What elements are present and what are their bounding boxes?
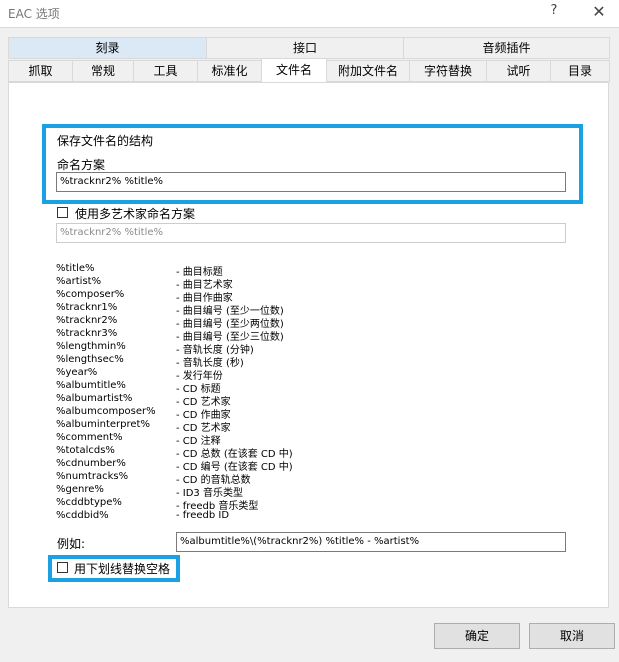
variable-name: %composer% xyxy=(56,289,125,300)
variable-name: %albumcomposer% xyxy=(56,406,156,417)
multi-artist-checkbox[interactable] xyxy=(57,207,68,218)
tab-filename[interactable]: 文件名 xyxy=(261,58,327,83)
variable-name: %albumtitle% xyxy=(56,380,126,391)
tab-group-burn[interactable]: 刻录 xyxy=(8,37,207,59)
variable-name: %albuminterpret% xyxy=(56,419,150,430)
variable-name: %tracknr3% xyxy=(56,328,118,339)
variable-name: %albumartist% xyxy=(56,393,133,404)
tab-tools[interactable]: 工具 xyxy=(133,60,198,82)
variable-name: %year% xyxy=(56,367,98,378)
tab-character-replacement[interactable]: 字符替换 xyxy=(409,60,487,82)
ok-button[interactable]: 确定 xyxy=(434,623,520,649)
naming-scheme-input[interactable]: %tracknr2% %title% xyxy=(56,172,566,192)
variable-name: %cddbtype% xyxy=(56,497,122,508)
tab-group-audio-plugins[interactable]: 音频插件 xyxy=(403,37,610,59)
close-icon[interactable]: ✕ xyxy=(590,3,608,21)
variable-name: %cddbid% xyxy=(56,510,109,521)
example-label: 例如: xyxy=(57,537,86,551)
tab-audition[interactable]: 试听 xyxy=(486,60,551,82)
help-button[interactable]: ? xyxy=(547,3,561,21)
variable-name: %comment% xyxy=(56,432,123,443)
tab-normalize[interactable]: 标准化 xyxy=(197,60,262,82)
variable-name: %lengthsec% xyxy=(56,354,124,365)
tab-group-interface[interactable]: 接口 xyxy=(206,37,404,59)
variable-name: %tracknr1% xyxy=(56,302,118,313)
underscore-checkbox[interactable] xyxy=(57,562,68,573)
multi-artist-input[interactable]: %tracknr2% %title% xyxy=(56,223,566,243)
variable-name: %numtracks% xyxy=(56,471,129,482)
underscore-label: 用下划线替换空格 xyxy=(74,562,171,576)
tab-general[interactable]: 常规 xyxy=(72,60,134,82)
variable-name: %cdnumber% xyxy=(56,458,126,469)
tab-directories[interactable]: 目录 xyxy=(550,60,610,82)
tab-additional-filename[interactable]: 附加文件名 xyxy=(326,60,410,82)
variable-name: %artist% xyxy=(56,276,102,287)
multi-artist-label: 使用多艺术家命名方案 xyxy=(75,207,196,221)
naming-scheme-label: 命名方案 xyxy=(57,158,106,172)
cancel-button[interactable]: 取消 xyxy=(529,623,615,649)
section-title: 保存文件名的结构 xyxy=(57,134,154,148)
variable-name: %genre% xyxy=(56,484,104,495)
window-title: EAC 选项 xyxy=(8,7,60,21)
tab-extraction[interactable]: 抓取 xyxy=(8,60,73,82)
variable-name: %title% xyxy=(56,263,95,274)
example-output: %albumtitle%\(%tracknr2%) %title% - %art… xyxy=(176,532,566,552)
variable-name: %totalcds% xyxy=(56,445,115,456)
variable-desc: - freedb ID xyxy=(176,510,230,521)
variable-name: %lengthmin% xyxy=(56,341,126,352)
variable-name: %tracknr2% xyxy=(56,315,118,326)
title-bar xyxy=(0,0,619,26)
